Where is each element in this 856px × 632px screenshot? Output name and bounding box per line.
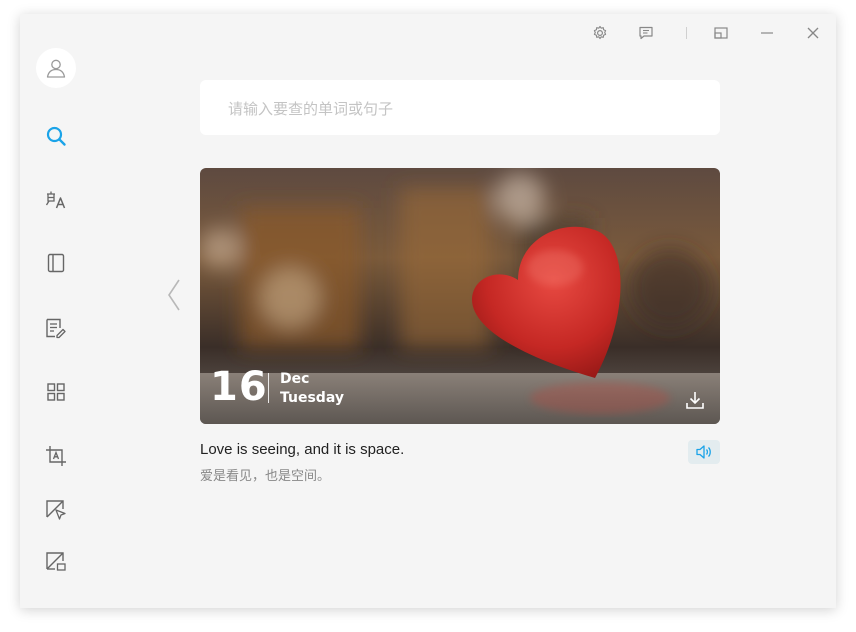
sidebar-item-doc-translate[interactable] xyxy=(42,314,70,342)
chevron-left-icon xyxy=(168,279,180,311)
card-day: 16 xyxy=(210,364,268,410)
search-input[interactable] xyxy=(226,80,700,137)
search-icon xyxy=(46,126,66,146)
document-translate-icon xyxy=(46,318,66,339)
app-window: 16 Dec Tuesday Love is seeing, and it is… xyxy=(20,14,836,608)
date-divider xyxy=(268,373,269,403)
screen-word-icon xyxy=(46,552,66,571)
speaker-icon xyxy=(696,445,711,459)
sidebar-item-select-word[interactable] xyxy=(42,496,70,524)
card-month: Dec xyxy=(280,371,310,387)
titlebar-divider xyxy=(686,27,687,39)
sidebar-item-translate[interactable] xyxy=(42,186,70,214)
apps-grid-icon xyxy=(47,383,65,401)
download-icon xyxy=(686,392,704,409)
sidebar-item-apps[interactable] xyxy=(42,378,70,406)
search-box xyxy=(200,80,720,137)
select-word-icon xyxy=(46,500,66,520)
wordbook-icon xyxy=(47,253,65,273)
sidebar-item-screenshot-translate[interactable] xyxy=(42,442,70,470)
play-audio-button[interactable] xyxy=(688,440,720,464)
mini-mode-icon[interactable] xyxy=(711,23,731,43)
avatar[interactable] xyxy=(36,48,76,88)
sidebar-item-screen-word[interactable] xyxy=(42,548,70,576)
download-button[interactable] xyxy=(683,388,707,412)
feedback-icon[interactable] xyxy=(636,23,656,43)
daily-sentence-card: 16 Dec Tuesday xyxy=(200,168,720,424)
gear-icon[interactable] xyxy=(590,23,610,43)
minimize-icon[interactable] xyxy=(757,23,777,43)
quote-english: Love is seeing, and it is space. xyxy=(200,441,405,458)
prev-card-button[interactable] xyxy=(165,278,183,312)
user-icon xyxy=(46,59,66,78)
close-icon[interactable] xyxy=(803,23,823,43)
sidebar xyxy=(20,14,92,608)
sidebar-item-wordbook[interactable] xyxy=(42,249,70,277)
card-weekday: Tuesday xyxy=(280,390,344,406)
screenshot-translate-icon xyxy=(46,446,66,466)
daily-photo xyxy=(200,168,720,424)
translate-icon xyxy=(45,191,66,209)
sidebar-item-search[interactable] xyxy=(42,122,70,150)
quote-chinese: 爱是看见，也是空间。 xyxy=(200,469,331,484)
